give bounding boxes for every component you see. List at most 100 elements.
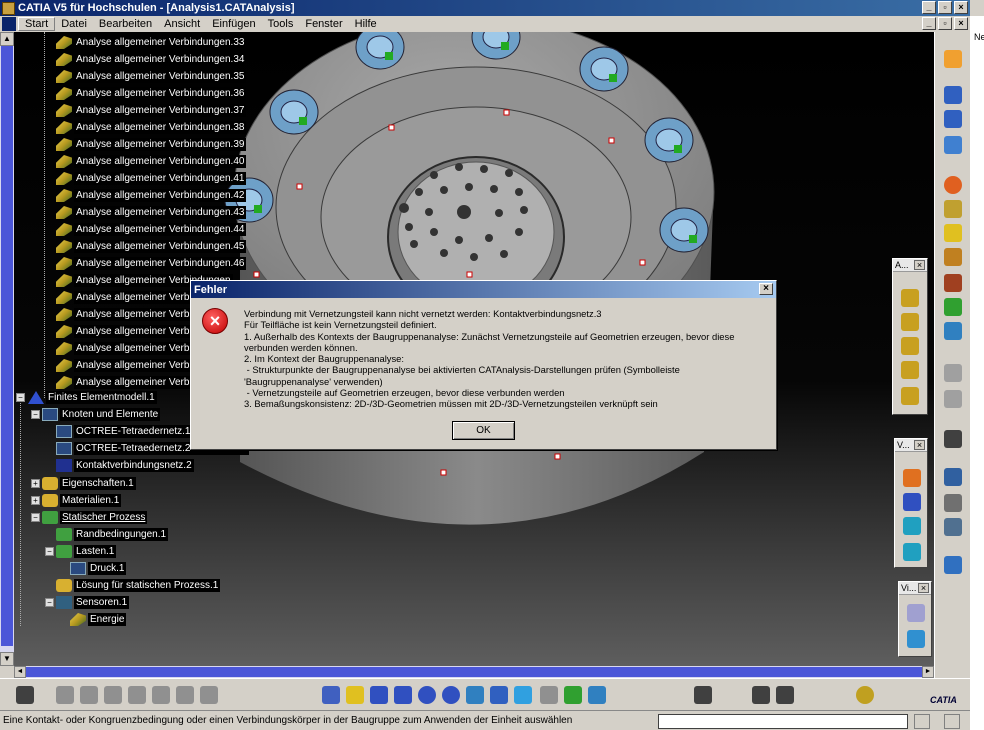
toolbar-close-icon[interactable]: × bbox=[914, 440, 925, 450]
toolbar-close-icon[interactable]: × bbox=[914, 260, 925, 270]
status-button[interactable] bbox=[944, 714, 960, 729]
restore-button[interactable]: ▫ bbox=[938, 1, 952, 14]
analysis-icon[interactable] bbox=[944, 176, 962, 194]
tree-node-connection[interactable]: Analyse allgemeiner Verbindungen.36 bbox=[56, 86, 247, 101]
tree-node-boundary[interactable]: Randbedingungen.1 bbox=[56, 527, 169, 542]
show-hide-icon[interactable] bbox=[564, 686, 582, 704]
tree-node-nodes-elements[interactable]: Knoten und Elemente bbox=[42, 407, 161, 422]
print-icon[interactable] bbox=[694, 686, 712, 704]
virtual-part-icon[interactable] bbox=[903, 493, 921, 511]
connection-tool-icon[interactable] bbox=[901, 289, 919, 307]
tree-node-connection[interactable]: Analyse allgemeiner Verbindungen.44 bbox=[56, 222, 247, 237]
horizontal-scroll-thumb[interactable] bbox=[26, 667, 922, 677]
scroll-right-arrow[interactable]: ► bbox=[922, 666, 934, 678]
expand-toggle[interactable]: − bbox=[45, 547, 54, 556]
command-input[interactable] bbox=[658, 714, 908, 729]
scroll-left-arrow[interactable]: ◄ bbox=[14, 666, 26, 678]
connection-tool-icon[interactable] bbox=[901, 337, 919, 355]
tree-node-properties[interactable]: Eigenschaften.1 bbox=[42, 476, 136, 491]
dialog-close-button[interactable]: × bbox=[759, 283, 773, 295]
fly-icon[interactable] bbox=[322, 686, 340, 704]
tree-node-connection[interactable]: Analyse allgemeiner Verbindungen.40 bbox=[56, 154, 247, 169]
restraint-icon[interactable] bbox=[944, 136, 962, 154]
cube-icon[interactable] bbox=[944, 298, 962, 316]
mesh-icon[interactable] bbox=[152, 686, 170, 704]
connection-tool-icon[interactable] bbox=[901, 313, 919, 331]
expand-toggle[interactable]: + bbox=[31, 496, 40, 505]
menu-einfuegen[interactable]: Einfügen bbox=[206, 18, 261, 30]
tree-node-connection[interactable]: Analyse allgemeiner Verbindungen.43 bbox=[56, 205, 247, 220]
ok-button[interactable]: OK bbox=[452, 421, 515, 440]
zoom-in-icon[interactable] bbox=[418, 686, 436, 704]
tree-node-materials[interactable]: Materialien.1 bbox=[42, 493, 122, 508]
mesh-icon[interactable] bbox=[200, 686, 218, 704]
tree-node-connection[interactable]: Analyse allgemeiner Verbindungen.45 bbox=[56, 239, 247, 254]
mesh-icon[interactable] bbox=[56, 686, 74, 704]
tree-node-static-process[interactable]: Statischer Prozess bbox=[42, 510, 148, 525]
tree-node-energy[interactable]: Energie bbox=[70, 612, 127, 627]
tree-node-connection[interactable]: Analyse allgemeiner Verbindungen.46 bbox=[56, 256, 247, 271]
rotate-icon[interactable] bbox=[394, 686, 412, 704]
catia-app-icon[interactable] bbox=[2, 1, 15, 15]
display-icon[interactable] bbox=[907, 630, 925, 648]
tree-node-sensors[interactable]: Sensoren.1 bbox=[56, 595, 130, 610]
multi-view-icon[interactable] bbox=[490, 686, 508, 704]
tree-node-connection[interactable]: Analyse allgemeiner Verbindungen.35 bbox=[56, 69, 247, 84]
document-icon[interactable] bbox=[2, 17, 16, 31]
status-button[interactable] bbox=[914, 714, 930, 729]
doc-minimize-button[interactable]: _ bbox=[922, 17, 936, 30]
horizontal-scrollbar[interactable]: ◄ ► bbox=[14, 666, 934, 678]
scroll-up-arrow[interactable]: ▲ bbox=[0, 32, 14, 46]
mesh-icon[interactable] bbox=[176, 686, 194, 704]
tree-node-mesh1[interactable]: OCTREE-Tetraedernetz.1 : H bbox=[56, 424, 209, 439]
clamp-icon[interactable] bbox=[944, 110, 962, 128]
iso-view-icon[interactable] bbox=[514, 686, 532, 704]
tree-node-solution[interactable]: Lösung für statischen Prozess.1 bbox=[56, 578, 221, 593]
measure-z-icon[interactable] bbox=[944, 390, 962, 408]
menu-hilfe[interactable]: Hilfe bbox=[349, 18, 383, 30]
zoom-search-icon[interactable] bbox=[944, 556, 962, 574]
menu-ansicht[interactable]: Ansicht bbox=[158, 18, 206, 30]
doc-restore-button[interactable]: ▫ bbox=[938, 17, 952, 30]
expand-toggle[interactable]: − bbox=[31, 513, 40, 522]
swap-icon[interactable] bbox=[588, 686, 606, 704]
mesh-icon[interactable] bbox=[80, 686, 98, 704]
tree-node-pressure[interactable]: Druck.1 bbox=[70, 561, 127, 576]
sensor-icon[interactable] bbox=[944, 224, 962, 242]
tree-node-connection[interactable]: Analyse allgemeiner Verbindungen.42 bbox=[56, 188, 247, 203]
measure-icon[interactable] bbox=[944, 364, 962, 382]
tree-toggle-icon[interactable] bbox=[16, 686, 34, 704]
assembly-icon[interactable] bbox=[944, 468, 962, 486]
tree-node-contact-mesh[interactable]: Kontaktverbindungsnetz.2 bbox=[56, 458, 194, 473]
display-icon[interactable] bbox=[907, 604, 925, 622]
menu-fenster[interactable]: Fenster bbox=[299, 18, 348, 30]
menu-tools[interactable]: Tools bbox=[262, 18, 300, 30]
close-button[interactable]: × bbox=[954, 1, 968, 14]
fit-all-icon[interactable] bbox=[346, 686, 364, 704]
image-icon[interactable] bbox=[944, 322, 962, 340]
fix-icon[interactable] bbox=[944, 86, 962, 104]
table-icon[interactable] bbox=[944, 430, 962, 448]
mesh-icon[interactable] bbox=[128, 686, 146, 704]
rotate-icon[interactable] bbox=[944, 494, 962, 512]
expand-toggle[interactable]: + bbox=[31, 479, 40, 488]
pressure-tool-icon[interactable] bbox=[944, 248, 962, 266]
virtual-part-icon[interactable] bbox=[903, 469, 921, 487]
knowledge-icon[interactable] bbox=[856, 686, 874, 704]
tree-node-connection[interactable]: Analyse allgemeiner Verbindungen.39 bbox=[56, 137, 247, 152]
help-icon[interactable] bbox=[540, 686, 558, 704]
tree-node-loads[interactable]: Lasten.1 bbox=[56, 544, 117, 559]
compute-icon[interactable] bbox=[752, 686, 770, 704]
load-icon[interactable] bbox=[944, 200, 962, 218]
tree-node-fem[interactable]: Finites Elementmodell.1 bbox=[28, 390, 157, 405]
expand-toggle[interactable]: − bbox=[31, 410, 40, 419]
virtual-part-icon[interactable] bbox=[903, 543, 921, 561]
doc-close-button[interactable]: × bbox=[954, 17, 968, 30]
tree-node-connection[interactable]: Analyse allgemeiner Verbindungen.41 bbox=[56, 171, 247, 186]
menu-datei[interactable]: Datei bbox=[55, 18, 93, 30]
minimize-button[interactable]: _ bbox=[922, 1, 936, 14]
expand-toggle[interactable]: − bbox=[16, 393, 25, 402]
vertical-scrollbar[interactable]: ▲ ▼ bbox=[0, 32, 14, 666]
tree-node-connection[interactable]: Analyse allgemeiner Verbindungen.34 bbox=[56, 52, 247, 67]
zoom-out-icon[interactable] bbox=[442, 686, 460, 704]
